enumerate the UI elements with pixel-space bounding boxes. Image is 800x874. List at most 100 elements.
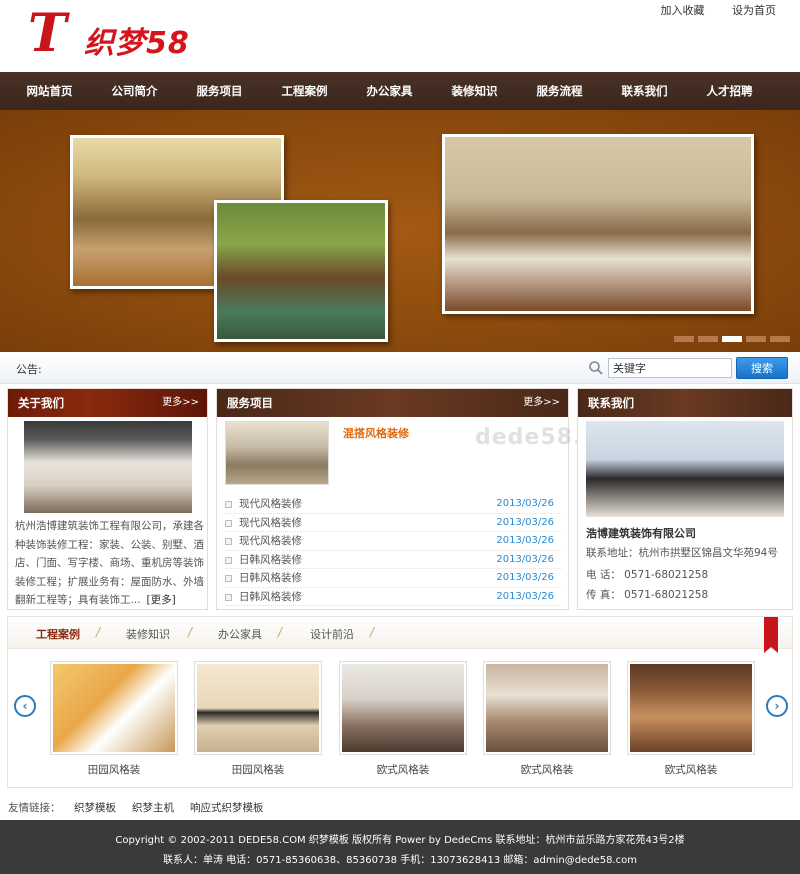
nav-item-services[interactable]: 服务项目 — [177, 72, 262, 110]
banner-photo-bedroom — [442, 134, 754, 314]
tab-furniture[interactable]: 办公家具 — [218, 626, 262, 642]
case-caption: 田园风格装 — [87, 764, 141, 776]
nav-item-process[interactable]: 服务流程 — [517, 72, 602, 110]
case-item[interactable]: 欧式风格装 — [627, 661, 755, 777]
about-text: 杭州浩博建筑装饰工程有限公司，承建各种装饰装修工程：家装、公装、别墅、酒店、门面… — [15, 517, 207, 610]
case-caption: 欧式风格装 — [376, 764, 430, 776]
nav-item-furniture[interactable]: 办公家具 — [347, 72, 432, 110]
friend-link[interactable]: 响应式织梦模板 — [190, 800, 264, 815]
nav-item-contact[interactable]: 联系我们 — [602, 72, 687, 110]
services-featured-image[interactable] — [225, 421, 329, 485]
list-item[interactable]: 日韩风格装修 2013/03/26 — [225, 551, 562, 569]
case-caption: 欧式风格装 — [664, 764, 718, 776]
tab-separator: / — [96, 625, 101, 639]
notice-bar: 公告: 搜索 — [0, 352, 800, 384]
contact-fax: 传 真： 0571-68021258 — [586, 589, 709, 601]
next-arrow-icon[interactable]: › — [766, 695, 788, 717]
case-item[interactable]: 欧式风格装 — [483, 661, 611, 777]
contact-phone: 电 话： 0571-68021258 — [586, 569, 709, 581]
about-panel: 关于我们 更多>> 杭州浩博建筑装饰工程有限公司，承建各种装饰装修工程：家装、公… — [7, 388, 208, 610]
slide-dot[interactable] — [746, 336, 766, 342]
bullet-icon — [225, 519, 232, 527]
bullet-icon — [225, 575, 232, 582]
services-featured-title[interactable]: 混搭风格装修 — [343, 425, 409, 441]
case-item[interactable]: 欧式风格装 — [339, 661, 467, 777]
contact-image — [586, 421, 784, 517]
about-read-more-link[interactable]: [更多] — [147, 594, 176, 606]
search-button[interactable]: 搜索 — [736, 357, 788, 379]
header: T 织梦58 加入收藏 设为首页 — [0, 0, 800, 72]
nav-item-about[interactable]: 公司简介 — [92, 72, 177, 110]
friend-links-label: 友情链接： — [8, 802, 61, 814]
notice-label: 公告: — [16, 363, 42, 376]
contact-panel-title: 联系我们 — [588, 396, 634, 410]
tab-separator: / — [370, 625, 375, 639]
tab-design[interactable]: 设计前沿 — [310, 626, 354, 642]
prev-arrow-icon[interactable]: ‹ — [14, 695, 36, 717]
slide-dot[interactable] — [674, 336, 694, 342]
main-nav: 网站首页 公司简介 服务项目 工程案例 办公家具 装修知识 服务流程 联系我们 … — [0, 72, 800, 110]
nav-item-home[interactable]: 网站首页 — [7, 72, 92, 110]
slide-dot[interactable] — [770, 336, 790, 342]
footer-copyright: Copyright © 2002-2011 DEDE58.COM 织梦模板 版权… — [115, 835, 685, 846]
about-more-link[interactable]: 更多>> — [162, 389, 199, 417]
about-panel-title: 关于我们 — [18, 396, 64, 410]
logo-mark: T — [28, 3, 67, 64]
list-item[interactable]: 日韩风格装修 2013/03/26 — [225, 588, 562, 606]
tab-separator: / — [278, 625, 283, 639]
cases-section: 工程案例 / 装修知识 / 办公家具 / 设计前沿 / ‹ › 田园风格装 田园… — [7, 616, 793, 788]
services-panel-header: 服务项目 更多>> — [217, 389, 568, 417]
set-homepage-link[interactable]: 设为首页 — [732, 4, 776, 17]
add-favorite-link[interactable]: 加入收藏 — [661, 4, 705, 17]
case-thumbnail — [483, 661, 611, 755]
contact-address: 联系地址：杭州市拱墅区锦昌文华苑94号 — [586, 547, 778, 559]
tab-separator: / — [188, 625, 193, 639]
tab-cases[interactable]: 工程案例 — [36, 626, 80, 642]
services-panel-title: 服务项目 — [227, 396, 273, 410]
case-caption: 田园风格装 — [231, 764, 285, 776]
footer-contact: 联系人：单涛 电话：0571-85360638、85360738 手机：1307… — [163, 855, 637, 866]
list-item[interactable]: 现代风格装修 2013/03/26 — [225, 532, 562, 551]
search-icon — [589, 361, 603, 375]
services-list: 现代风格装修 2013/03/26 现代风格装修 2013/03/26 现代风格装修… — [225, 495, 562, 606]
list-item[interactable]: 现代风格装修 2013/03/26 — [225, 514, 562, 532]
bullet-icon — [225, 556, 232, 564]
logo-text: 织梦58 — [84, 26, 190, 61]
case-item[interactable]: 田园风格装 — [194, 661, 322, 777]
friend-link[interactable]: 织梦主机 — [132, 800, 174, 815]
services-panel: 服务项目 更多>> 混搭风格装修 dede58.com 现代风格装修 2013/0… — [216, 388, 635, 610]
case-thumbnail — [339, 661, 467, 755]
bullet-icon — [225, 538, 232, 545]
top-links: 加入收藏 设为首页 — [637, 2, 777, 18]
case-caption: 欧式风格装 — [520, 764, 574, 776]
cases-tab-bar: 工程案例 / 装修知识 / 办公家具 / 设计前沿 / — [8, 617, 792, 653]
bookmark-ribbon-icon — [764, 617, 778, 653]
about-image — [24, 421, 192, 513]
banner-photo-garden — [214, 200, 388, 342]
case-item[interactable]: 田园风格装 — [50, 661, 178, 777]
banner-slideshow[interactable] — [0, 110, 800, 352]
search-input[interactable] — [608, 358, 732, 378]
bullet-icon — [225, 501, 232, 508]
slide-dot[interactable] — [698, 336, 718, 342]
about-panel-header: 关于我们 更多>> — [8, 389, 207, 417]
friend-links: 友情链接： 织梦模板 织梦主机 响应式织梦模板 — [0, 796, 800, 818]
footer: Copyright © 2002-2011 DEDE58.COM 织梦模板 版权… — [0, 820, 800, 874]
nav-item-jobs[interactable]: 人才招聘 — [687, 72, 772, 110]
nav-item-cases[interactable]: 工程案例 — [262, 72, 347, 110]
friend-link[interactable]: 织梦模板 — [74, 800, 116, 815]
tab-knowledge[interactable]: 装修知识 — [126, 626, 170, 642]
contact-panel-header: 联系我们 — [578, 389, 792, 417]
nav-item-knowledge[interactable]: 装修知识 — [432, 72, 517, 110]
slide-dot-active[interactable] — [722, 336, 742, 342]
contact-company-name: 浩博建筑装饰有限公司 — [586, 527, 696, 540]
bullet-icon — [225, 593, 232, 601]
site-logo[interactable]: T 织梦58 — [28, 6, 208, 62]
case-thumbnail — [627, 661, 755, 755]
slide-dots — [674, 336, 790, 342]
case-thumbnail — [50, 661, 178, 755]
services-more-link[interactable]: 更多>> — [523, 389, 560, 417]
list-item[interactable]: 日韩风格装修 2013/03/26 — [225, 569, 562, 588]
list-item[interactable]: 现代风格装修 2013/03/26 — [225, 495, 562, 514]
case-thumbnail — [194, 661, 322, 755]
